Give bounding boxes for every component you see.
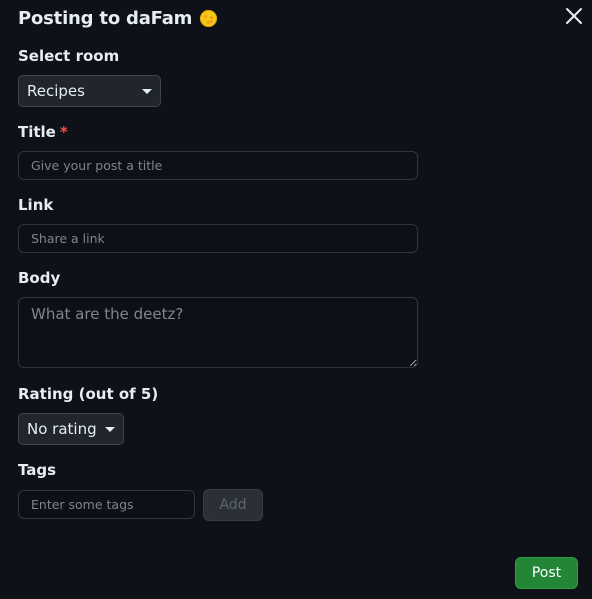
link-label: Link bbox=[18, 196, 54, 214]
dialog-title: Posting to daFam bbox=[18, 8, 193, 29]
title-label: Title * bbox=[18, 123, 68, 141]
close-button[interactable] bbox=[564, 6, 584, 26]
body-textarea[interactable] bbox=[18, 297, 418, 368]
tags-label: Tags bbox=[18, 461, 57, 479]
post-dialog: Posting to daFam Select room Recipes Tit… bbox=[0, 0, 592, 599]
rating-label: Rating (out of 5) bbox=[18, 385, 159, 403]
room-select-value: Recipes bbox=[27, 82, 85, 100]
title-input[interactable] bbox=[18, 151, 418, 180]
link-input[interactable] bbox=[18, 224, 418, 253]
chevron-down-icon bbox=[142, 88, 152, 94]
required-marker: * bbox=[59, 123, 68, 141]
room-select[interactable]: Recipes bbox=[18, 75, 161, 107]
sunflower-emoji-icon bbox=[200, 10, 218, 27]
rating-select[interactable]: No rating bbox=[18, 413, 124, 445]
select-room-label: Select room bbox=[18, 47, 120, 65]
rating-select-value: No rating bbox=[27, 420, 97, 438]
dialog-header: Posting to daFam bbox=[18, 8, 218, 29]
title-label-text: Title bbox=[18, 123, 56, 141]
post-button[interactable]: Post bbox=[515, 557, 578, 589]
tags-input[interactable] bbox=[18, 490, 195, 519]
close-icon bbox=[566, 8, 582, 24]
chevron-down-icon bbox=[105, 426, 115, 432]
body-label: Body bbox=[18, 269, 61, 287]
add-tag-button[interactable]: Add bbox=[203, 489, 263, 521]
